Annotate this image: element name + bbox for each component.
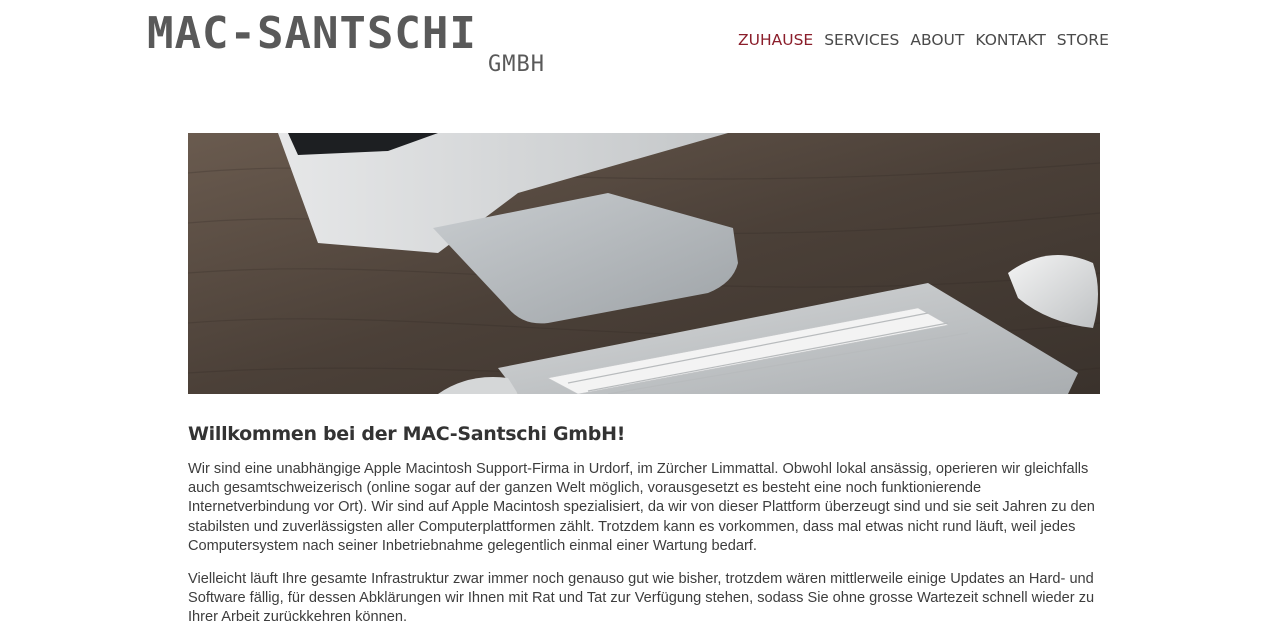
nav-item-kontakt[interactable]: KONTAKT (975, 30, 1045, 50)
nav-item-store[interactable]: STORE (1057, 30, 1109, 50)
support-paragraph: Vielleicht läuft Ihre gesamte Infrastruk… (188, 571, 1095, 626)
nav-item-services[interactable]: SERVICES (824, 30, 899, 50)
intro-paragraph: Wir sind eine unabhängige Apple Macintos… (188, 461, 1095, 554)
nav-item-about[interactable]: ABOUT (910, 30, 964, 50)
hero-image (188, 133, 1100, 394)
site-header: MAC-SANTSCHI GMBH ZUHAUSE SERVICES ABOUT… (0, 0, 1280, 100)
logo-suffix: GMBH (488, 52, 545, 77)
page-title: Willkommen bei der MAC-Santschi GmbH! (188, 423, 626, 445)
logo-wordmark: MAC-SANTSCHI (147, 8, 477, 59)
site-logo[interactable]: MAC-SANTSCHI GMBH (147, 12, 549, 76)
main-content: Willkommen bei der MAC-Santschi GmbH! Wi… (188, 420, 1100, 642)
hero-photo-illustration (188, 133, 1100, 394)
nav-item-zuhause[interactable]: ZUHAUSE (738, 30, 813, 50)
main-nav: ZUHAUSE SERVICES ABOUT KONTAKT STORE (738, 30, 1109, 50)
